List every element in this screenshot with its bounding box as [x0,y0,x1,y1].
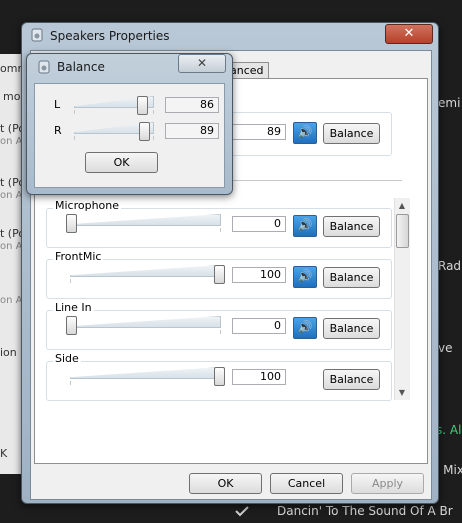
background-item-sub: on A [0,136,23,147]
channel-level-input[interactable]: 100 [232,267,286,283]
speaker-volume-icon: 🔊 [297,218,313,232]
cancel-button[interactable]: Cancel [270,473,343,494]
slider-ticks [70,228,221,232]
channel-level-input[interactable]: 0 [232,216,286,232]
channel-slider[interactable] [214,367,225,386]
ok-button[interactable]: OK [189,473,262,494]
channel-label: Line In [53,301,94,314]
channel-balance-button[interactable]: Balance [323,369,380,390]
channel-level-input[interactable]: 100 [232,369,286,385]
speakers-level-input[interactable]: 89 [232,124,286,140]
background-track-text: emi [438,96,461,110]
scroll-down-arrow-icon[interactable]: ▼ [397,388,407,398]
left-channel-label: L [54,98,61,111]
channel-slider[interactable] [66,316,77,335]
background-track-text: Dancin' To The Sound Of A Br [277,504,453,518]
channel-balance-button[interactable]: Balance [323,318,380,339]
background-track-text: l Mix [436,463,462,477]
window-title: Speakers Properties [50,29,170,43]
background-item-sub: on A [0,295,23,306]
speaker-volume-icon: 🔊 [297,125,313,139]
channel-mute-button[interactable]: 🔊 [293,215,317,237]
background-item-sub: on A [0,241,23,252]
channel-mute-button[interactable]: 🔊 [293,317,317,339]
left-channel-slider[interactable] [137,96,149,115]
channel-level-input[interactable]: 0 [232,318,286,334]
right-channel-slider[interactable] [139,122,151,141]
right-channel-value[interactable]: 89 [165,123,219,139]
channel-balance-button[interactable]: Balance [323,216,380,237]
background-track-playing: s. Al [436,423,462,437]
background-button-label: K [0,447,8,460]
speaker-icon [30,28,44,42]
speaker-volume-icon: 🔊 [297,320,313,334]
slider-ticks [70,381,221,385]
right-channel-label: R [54,124,62,137]
channel-label: Side [53,352,81,365]
channel-mute-button[interactable]: 🔊 [293,266,317,288]
slider-ticks [70,330,221,334]
left-channel-value[interactable]: 86 [165,97,219,113]
background-item-sub: on A [0,190,23,201]
scroll-up-arrow-icon[interactable]: ▲ [397,201,407,211]
channel-label: Microphone [53,199,122,212]
channel-label: FrontMic [53,250,104,263]
background-track-text: ve [438,341,453,355]
speaker-volume-icon: 🔊 [297,269,313,283]
speakers-balance-button[interactable]: Balance [323,123,380,144]
channel-balance-button[interactable]: Balance [323,267,380,288]
slider-ticks [70,279,221,283]
background-item-label: mo [3,90,21,103]
speaker-icon [37,60,51,74]
speakers-mute-button[interactable]: 🔊 [293,122,317,144]
scrollbar-thumb[interactable] [396,214,409,248]
checkmark-icon[interactable] [234,504,250,518]
balance-close-button[interactable]: ✕ [178,54,226,73]
balance-dialog-title: Balance [57,60,105,74]
divider [232,180,402,181]
balance-ok-button[interactable]: OK [85,152,158,173]
channel-slider[interactable] [214,265,225,284]
apply-button[interactable]: Apply [351,473,424,494]
channel-slider[interactable] [66,214,77,233]
background-track-text: Rad [438,259,462,273]
window-close-button[interactable]: ✕ [385,24,433,44]
background-item-label: ion [0,346,17,359]
